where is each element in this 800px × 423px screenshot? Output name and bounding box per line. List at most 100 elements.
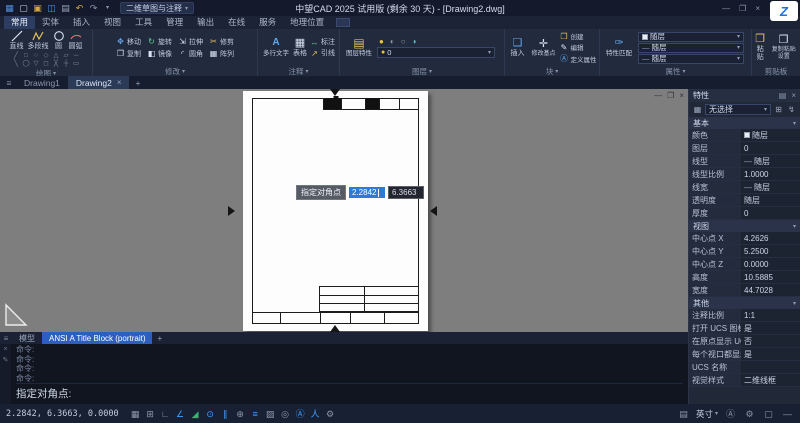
selection-cycling-icon[interactable]: ◎: [279, 405, 292, 423]
new-file-icon[interactable]: ▢: [18, 1, 29, 15]
linetype-dropdown[interactable]: — 随层 ▾: [638, 43, 744, 53]
draw-group-label[interactable]: 绘图▾: [0, 69, 92, 76]
model-tab[interactable]: 模型: [12, 332, 42, 344]
block-group-label[interactable]: 块▾: [505, 66, 599, 76]
units-dropdown[interactable]: 英寸▾: [696, 408, 718, 420]
annotation-icon[interactable]: Ⓐ: [724, 405, 737, 423]
transparency-icon[interactable]: ▨: [264, 405, 277, 423]
tab-manage[interactable]: 管理: [159, 16, 190, 29]
property-row-ucs-per-viewport[interactable]: 每个视口都显示 UCS 图标是: [689, 348, 800, 361]
lineweight-display-icon[interactable]: ≡: [249, 405, 262, 423]
selection-dropdown[interactable]: 无选择 ▾: [705, 104, 771, 115]
object-snap-tracking-icon[interactable]: ∥: [219, 405, 232, 423]
isometric-draft-icon[interactable]: ◢: [189, 405, 202, 423]
tab-online[interactable]: 在线: [221, 16, 252, 29]
create-block-button[interactable]: ❒创建: [560, 31, 597, 41]
app-menu-icon[interactable]: ▦: [4, 1, 15, 15]
arc-button[interactable]: 圆弧: [69, 30, 83, 51]
property-row-width[interactable]: 宽度44.7028: [689, 284, 800, 297]
tab-service[interactable]: 服务: [252, 16, 283, 29]
insert-block-button[interactable]: ❏ 插入: [508, 37, 528, 58]
close-tab-icon[interactable]: ×: [117, 78, 122, 87]
line-button[interactable]: 直线: [10, 30, 24, 51]
print-icon[interactable]: ▤: [60, 1, 71, 15]
command-prompt[interactable]: 指定对角点:: [16, 383, 683, 404]
command-history[interactable]: 命令: 命令: 命令: 命令: 指定对角点:: [11, 344, 688, 404]
annotation-visibility-icon[interactable]: Ⓐ: [294, 405, 307, 423]
layout-menu-icon[interactable]: ≡: [0, 332, 12, 344]
properties-panel-header[interactable]: 特性 ▤ ×: [689, 89, 800, 102]
layer-properties-button[interactable]: ▤ 图层特性: [344, 37, 374, 57]
rotate-button[interactable]: ↻旋转: [147, 37, 172, 47]
draw-mini-icon[interactable]: ╲: [11, 60, 21, 68]
draw-mini-icon[interactable]: ◻: [41, 60, 51, 68]
qat-customize-icon[interactable]: ▾: [102, 1, 113, 15]
property-row-color[interactable]: 颜色随层: [689, 129, 800, 142]
layer-freeze-icon[interactable]: ◐: [390, 37, 395, 46]
draw-mini-icon[interactable]: ┼: [61, 60, 71, 68]
property-row-height[interactable]: 高度10.5885: [689, 271, 800, 284]
copy-button[interactable]: ❐复制: [116, 49, 141, 59]
doc-minimize-icon[interactable]: —: [654, 91, 662, 100]
tab-home[interactable]: 常用: [4, 16, 35, 29]
stretch-button[interactable]: ⇲拉伸: [178, 37, 203, 47]
draw-mini-icon[interactable]: ─: [71, 52, 81, 60]
panel-close-icon[interactable]: ×: [791, 91, 796, 100]
draw-mini-icon[interactable]: ╳: [51, 60, 61, 68]
dimension-button[interactable]: ↔标注: [310, 37, 335, 47]
doc-tab-drawing2[interactable]: Drawing2 ×: [68, 76, 130, 89]
tab-insert[interactable]: 插入: [66, 16, 97, 29]
select-objects-icon[interactable]: ↯: [786, 105, 797, 114]
quick-select-icon[interactable]: ⊞: [773, 105, 784, 114]
polar-tracking-icon[interactable]: ∠: [174, 405, 187, 423]
add-layout-button[interactable]: +: [152, 332, 167, 344]
save-icon[interactable]: ◫: [46, 1, 57, 15]
circle-button[interactable]: 圆: [53, 30, 65, 51]
doc-close-icon[interactable]: ×: [679, 91, 684, 100]
section-header-basic[interactable]: 基本▾: [689, 117, 800, 129]
restore-icon[interactable]: ❐: [739, 4, 746, 13]
layer-dropdown[interactable]: ● 0 ▾: [377, 47, 495, 58]
layer-on-icon[interactable]: ●: [379, 37, 384, 46]
property-row-layer[interactable]: 图层0: [689, 142, 800, 155]
ortho-icon[interactable]: ∟: [159, 405, 172, 423]
dynamic-input-y[interactable]: 6.3663: [388, 186, 424, 199]
section-header-view[interactable]: 视图▾: [689, 220, 800, 232]
tab-solid[interactable]: 实体: [35, 16, 66, 29]
property-row-center-y[interactable]: 中心点 Y5.2500: [689, 245, 800, 258]
property-row-linetype-scale[interactable]: 线型比例1.0000: [689, 168, 800, 181]
workspace-gear-icon[interactable]: ⚙: [324, 405, 337, 423]
tab-output[interactable]: 输出: [190, 16, 221, 29]
new-drawing-button[interactable]: +: [129, 76, 146, 89]
property-row-center-x[interactable]: 中心点 X4.2626: [689, 232, 800, 245]
property-row-lineweight[interactable]: 线宽—随层: [689, 181, 800, 194]
property-row-annotation-scale[interactable]: 注释比例1:1: [689, 309, 800, 322]
modify-group-label[interactable]: 修改▾: [93, 66, 257, 76]
paste-button[interactable]: ❒ 粘贴: [754, 33, 766, 61]
array-button[interactable]: ▦阵列: [209, 49, 234, 59]
mirror-button[interactable]: ◧镜像: [147, 49, 172, 59]
leader-button[interactable]: ↗引线: [310, 48, 335, 58]
draw-mini-icon[interactable]: ○: [31, 52, 41, 60]
annotate-group-label[interactable]: 注释▾: [258, 66, 339, 76]
layer-color-icon[interactable]: ◑: [412, 37, 417, 46]
property-row-ucs-name[interactable]: UCS 名称: [689, 361, 800, 374]
grid-icon[interactable]: ⊞: [144, 405, 157, 423]
table-button[interactable]: ▦ 表格: [293, 37, 307, 58]
panel-menu-icon[interactable]: ▤: [677, 405, 690, 423]
edit-basepoint-button[interactable]: ✛ 修改基点: [531, 38, 557, 58]
mtext-button[interactable]: A 多行文字: [262, 37, 290, 57]
color-dropdown[interactable]: 随层 ▾: [638, 32, 744, 42]
dynamic-input-icon[interactable]: ⊕: [234, 405, 247, 423]
draw-mini-icon[interactable]: ◯: [21, 60, 31, 68]
copy-paste-settings-button[interactable]: ❐ 复制粘贴设置: [769, 34, 798, 60]
property-row-transparency[interactable]: 透明度随层: [689, 194, 800, 207]
draw-mini-icon[interactable]: ▭: [71, 60, 81, 68]
property-row-ucs-icon-origin[interactable]: 在原点显示 UCS 图标否: [689, 335, 800, 348]
edit-block-button[interactable]: ✎编辑: [560, 42, 597, 52]
collapse-icon[interactable]: —: [781, 405, 794, 423]
polyline-button[interactable]: 多段线: [28, 30, 49, 51]
tab-geolocation[interactable]: 地理位置: [283, 16, 331, 29]
close-icon[interactable]: ×: [755, 4, 760, 13]
close-command-icon[interactable]: ×: [3, 346, 7, 353]
